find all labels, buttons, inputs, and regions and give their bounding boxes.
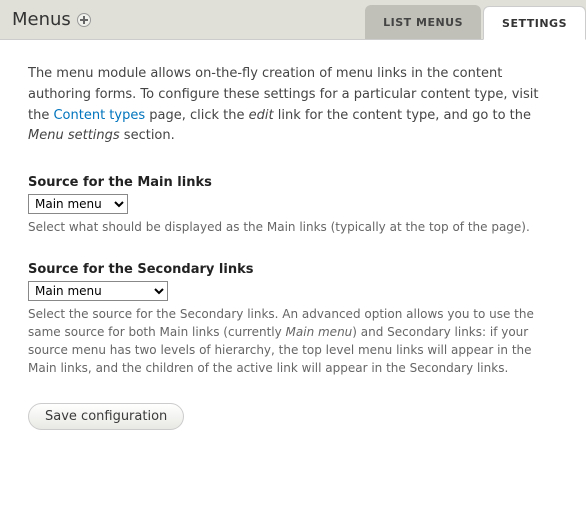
tab-list-menus[interactable]: LIST MENUS: [365, 5, 481, 39]
plus-icon[interactable]: [77, 13, 91, 27]
submit-wrap: Save configuration: [28, 403, 558, 430]
main-links-description: Select what should be displayed as the M…: [28, 218, 558, 236]
intro-part2: page, click the: [145, 108, 249, 123]
intro-em2: Menu settings: [28, 128, 120, 143]
content-types-link[interactable]: Content types: [53, 108, 145, 123]
intro-text: The menu module allows on-the-fly creati…: [28, 64, 558, 147]
field-secondary-links: Source for the Secondary links Main menu…: [28, 262, 558, 377]
save-button[interactable]: Save configuration: [28, 403, 184, 430]
page-title: Menus: [12, 9, 71, 30]
secondary-links-description: Select the source for the Secondary link…: [28, 305, 558, 377]
main-links-label: Source for the Main links: [28, 175, 558, 190]
content: The menu module allows on-the-fly creati…: [0, 40, 586, 454]
intro-part3: link for the content type, and go to the: [274, 108, 531, 123]
intro-em1: edit: [249, 108, 274, 123]
secondary-links-select[interactable]: Main menu: [28, 281, 168, 301]
field-main-links: Source for the Main links Main menu Sele…: [28, 175, 558, 236]
title-wrap: Menus: [12, 9, 91, 30]
main-links-select[interactable]: Main menu: [28, 194, 128, 214]
intro-part4: section.: [120, 128, 175, 143]
sec-desc-em: Main menu: [286, 325, 353, 339]
page-header: Menus LIST MENUS SETTINGS: [0, 0, 586, 40]
tab-settings[interactable]: SETTINGS: [483, 6, 586, 40]
tabs: LIST MENUS SETTINGS: [365, 0, 586, 39]
secondary-links-label: Source for the Secondary links: [28, 262, 558, 277]
